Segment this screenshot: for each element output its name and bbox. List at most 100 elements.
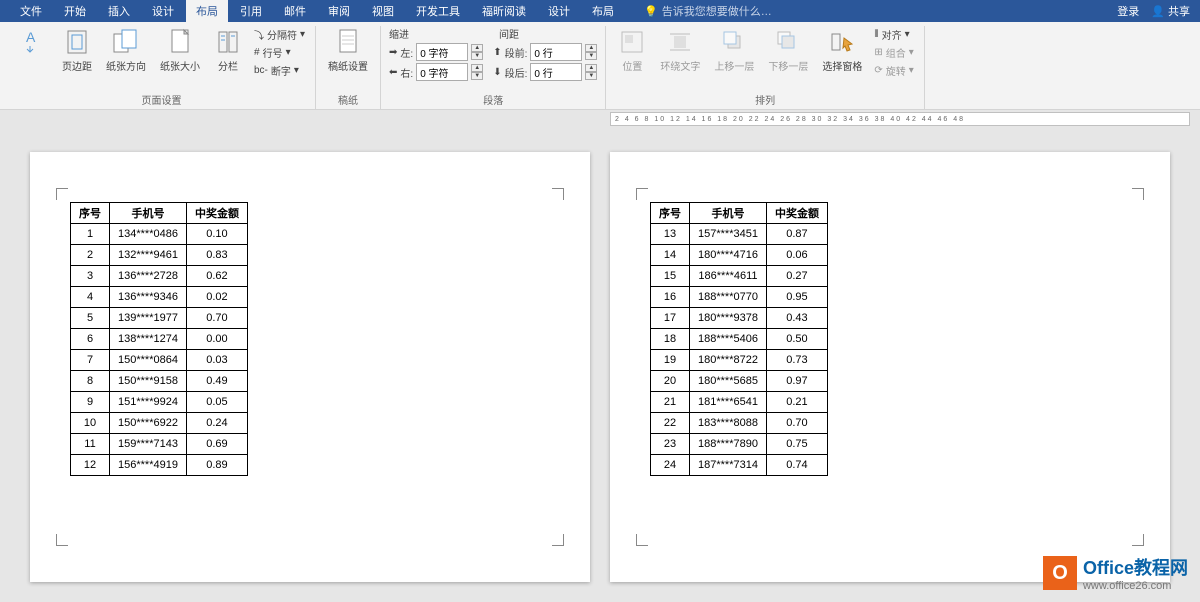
table-row[interactable]: 12156****49190.89 — [71, 455, 248, 476]
table-row[interactable]: 18188****54060.50 — [651, 329, 828, 350]
tab-foxit[interactable]: 福昕阅读 — [472, 0, 536, 22]
table-cell[interactable]: 22 — [651, 413, 690, 434]
page-1[interactable]: 序号手机号中奖金额1134****04860.102132****94610.8… — [30, 152, 590, 582]
table-cell[interactable]: 1 — [71, 224, 110, 245]
tab-view[interactable]: 视图 — [362, 0, 404, 22]
indent-right-down[interactable]: ▼ — [471, 72, 483, 80]
table-cell[interactable]: 0.05 — [186, 392, 247, 413]
space-after-down[interactable]: ▼ — [585, 72, 597, 80]
indent-right-up[interactable]: ▲ — [471, 64, 483, 72]
bring-forward-button[interactable]: 上移一层 — [710, 26, 758, 75]
table-cell[interactable]: 157****3451 — [690, 224, 767, 245]
table-cell[interactable]: 0.70 — [186, 308, 247, 329]
tab-references[interactable]: 引用 — [230, 0, 272, 22]
table-cell[interactable]: 181****6541 — [690, 392, 767, 413]
table-cell[interactable]: 7 — [71, 350, 110, 371]
table-row[interactable]: 23188****78900.75 — [651, 434, 828, 455]
table-row[interactable]: 11159****71430.69 — [71, 434, 248, 455]
table-cell[interactable]: 16 — [651, 287, 690, 308]
table-cell[interactable]: 0.87 — [766, 224, 827, 245]
table-row[interactable]: 24187****73140.74 — [651, 455, 828, 476]
table-cell[interactable]: 0.21 — [766, 392, 827, 413]
size-button[interactable]: 纸张大小 — [156, 26, 204, 75]
table-row[interactable]: 5139****19770.70 — [71, 308, 248, 329]
tab-insert[interactable]: 插入 — [98, 0, 140, 22]
space-before-up[interactable]: ▲ — [585, 44, 597, 52]
table-cell[interactable]: 183****8088 — [690, 413, 767, 434]
table-cell[interactable]: 20 — [651, 371, 690, 392]
tab-review[interactable]: 审阅 — [318, 0, 360, 22]
hyphenation-button[interactable]: bc-断字 ▾ — [252, 62, 307, 79]
data-table-1[interactable]: 序号手机号中奖金额1134****04860.102132****94610.8… — [70, 202, 248, 476]
table-cell[interactable]: 132****9461 — [110, 245, 187, 266]
columns-button[interactable]: 分栏 — [210, 26, 246, 75]
table-row[interactable]: 3136****27280.62 — [71, 266, 248, 287]
table-row[interactable]: 20180****56850.97 — [651, 371, 828, 392]
table-cell[interactable]: 0.75 — [766, 434, 827, 455]
table-row[interactable]: 14180****47160.06 — [651, 245, 828, 266]
table-cell[interactable]: 156****4919 — [110, 455, 187, 476]
table-cell[interactable]: 0.62 — [186, 266, 247, 287]
position-button[interactable]: 位置 — [614, 26, 650, 75]
table-cell[interactable]: 0.02 — [186, 287, 247, 308]
table-cell[interactable]: 4 — [71, 287, 110, 308]
table-cell[interactable]: 0.73 — [766, 350, 827, 371]
table-cell[interactable]: 0.74 — [766, 455, 827, 476]
table-cell[interactable]: 12 — [71, 455, 110, 476]
table-cell[interactable]: 23 — [651, 434, 690, 455]
table-cell[interactable]: 13 — [651, 224, 690, 245]
table-cell[interactable]: 188****7890 — [690, 434, 767, 455]
space-after-input[interactable] — [530, 63, 582, 81]
table-cell[interactable]: 0.10 — [186, 224, 247, 245]
indent-left-input[interactable] — [416, 43, 468, 61]
table-cell[interactable]: 19 — [651, 350, 690, 371]
space-before-input[interactable] — [530, 43, 582, 61]
table-cell[interactable]: 0.50 — [766, 329, 827, 350]
table-cell[interactable]: 136****9346 — [110, 287, 187, 308]
table-cell[interactable]: 138****1274 — [110, 329, 187, 350]
table-row[interactable]: 6138****12740.00 — [71, 329, 248, 350]
table-cell[interactable]: 180****5685 — [690, 371, 767, 392]
tab-file[interactable]: 文件 — [10, 0, 52, 22]
table-cell[interactable]: 134****0486 — [110, 224, 187, 245]
tab-home[interactable]: 开始 — [54, 0, 96, 22]
table-cell[interactable]: 0.97 — [766, 371, 827, 392]
table-row[interactable]: 17180****93780.43 — [651, 308, 828, 329]
table-cell[interactable]: 0.69 — [186, 434, 247, 455]
send-backward-button[interactable]: 下移一层 — [764, 26, 812, 75]
space-before-down[interactable]: ▼ — [585, 52, 597, 60]
table-cell[interactable]: 187****7314 — [690, 455, 767, 476]
text-direction-button[interactable]: A页边距 — [16, 26, 52, 58]
line-numbers-button[interactable]: #行号 ▾ — [252, 44, 307, 61]
table-cell[interactable]: 180****8722 — [690, 350, 767, 371]
tell-me-search[interactable]: 💡 告诉我您想要做什么… — [644, 3, 772, 19]
table-cell[interactable]: 151****9924 — [110, 392, 187, 413]
share-button[interactable]: 👤 共享 — [1151, 3, 1190, 19]
group-button[interactable]: ⊞组合 ▾ — [872, 44, 915, 61]
table-row[interactable]: 13157****34510.87 — [651, 224, 828, 245]
selection-pane-button[interactable]: 选择窗格 — [818, 26, 866, 75]
space-after-up[interactable]: ▲ — [585, 64, 597, 72]
table-cell[interactable]: 150****9158 — [110, 371, 187, 392]
table-row[interactable]: 16188****07700.95 — [651, 287, 828, 308]
table-row[interactable]: 1134****04860.10 — [71, 224, 248, 245]
table-row[interactable]: 2132****94610.83 — [71, 245, 248, 266]
table-cell[interactable]: 150****0864 — [110, 350, 187, 371]
table-cell[interactable]: 5 — [71, 308, 110, 329]
tab-table-design[interactable]: 设计 — [538, 0, 580, 22]
margins-button[interactable]: 页边距 — [58, 26, 96, 75]
rotate-button[interactable]: ⟳旋转 ▾ — [872, 62, 915, 79]
table-cell[interactable]: 17 — [651, 308, 690, 329]
tab-mailings[interactable]: 邮件 — [274, 0, 316, 22]
table-cell[interactable]: 2 — [71, 245, 110, 266]
indent-right-input[interactable] — [416, 63, 468, 81]
table-cell[interactable]: 0.83 — [186, 245, 247, 266]
table-cell[interactable]: 188****5406 — [690, 329, 767, 350]
table-cell[interactable]: 0.43 — [766, 308, 827, 329]
table-cell[interactable]: 150****6922 — [110, 413, 187, 434]
tab-developer[interactable]: 开发工具 — [406, 0, 470, 22]
table-row[interactable]: 4136****93460.02 — [71, 287, 248, 308]
table-row[interactable]: 22183****80880.70 — [651, 413, 828, 434]
table-cell[interactable]: 188****0770 — [690, 287, 767, 308]
table-cell[interactable]: 0.03 — [186, 350, 247, 371]
